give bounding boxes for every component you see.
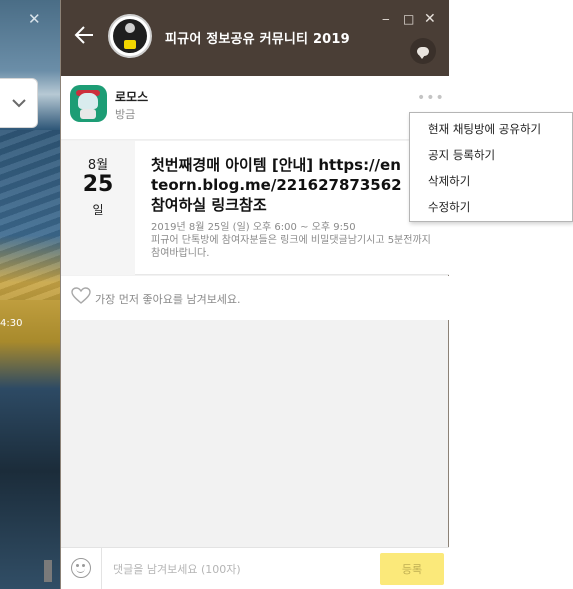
comment-bar: 등록	[61, 547, 449, 589]
heart-icon[interactable]	[71, 287, 91, 305]
minimize-button[interactable]: ‒	[382, 12, 390, 26]
background-dropdown-button[interactable]	[0, 78, 38, 128]
event-title: 첫번째경매 아이템 [안내] https://enteorn.blog.me/2…	[151, 156, 402, 214]
comment-input[interactable]	[113, 560, 373, 578]
comment-divider	[101, 548, 102, 589]
post-time: 방금	[115, 108, 136, 121]
like-prompt: 가장 먼저 좋아요를 남겨보세요.	[95, 293, 241, 306]
background-window: ✕ 4:30	[0, 0, 60, 589]
emoji-icon[interactable]	[71, 558, 91, 578]
event-month: 8월	[87, 158, 109, 173]
avatar[interactable]	[70, 85, 107, 122]
event-card: 8월 25 일 첫번째경매 아이템 [안내] https://enteorn.b…	[61, 141, 449, 275]
menu-item-share[interactable]: 현재 채팅방에 공유하기	[410, 116, 572, 142]
background-image	[0, 130, 60, 300]
maximize-button[interactable]: □	[403, 12, 414, 26]
background-close-icon[interactable]: ✕	[28, 10, 41, 28]
menu-item-notice[interactable]: 공지 등록하기	[410, 142, 572, 168]
menu-item-edit[interactable]: 수정하기	[410, 194, 572, 220]
post-window: 피규어 정보공유 커뮤니티 2019 ‒ □ ✕ 로모스 방금 ••• 8월 2…	[60, 0, 449, 589]
context-menu: 현재 채팅방에 공유하기 공지 등록하기 삭제하기 수정하기	[409, 112, 573, 222]
event-date: 8월 25 일	[61, 141, 135, 275]
event-weekday: 일	[92, 203, 104, 217]
submit-button[interactable]: 등록	[380, 553, 444, 585]
chat-button[interactable]	[410, 38, 436, 64]
titlebar: 피규어 정보공유 커뮤니티 2019 ‒ □ ✕	[61, 0, 449, 76]
more-options-icon[interactable]: •••	[417, 90, 445, 106]
event-day: 25	[82, 172, 114, 197]
like-row[interactable]: 가장 먼저 좋아요를 남겨보세요.	[61, 276, 449, 320]
event-description: 피규어 단톡방에 참여자분들은 링크에 비밀댓글남기시고 5분전까지 참여바랍니…	[151, 235, 431, 259]
menu-item-delete[interactable]: 삭제하기	[410, 168, 572, 194]
event-datetime: 2019년 8월 25일 (일) 오후 6:00 ~ 오후 9:50	[151, 222, 356, 233]
chat-bubble-icon	[417, 46, 429, 59]
post-author-row: 로모스 방금 •••	[61, 76, 449, 140]
community-logo	[108, 14, 152, 58]
close-button[interactable]: ✕	[424, 12, 436, 26]
background-timestamp: 4:30	[0, 318, 23, 329]
author-name[interactable]: 로모스	[115, 88, 148, 105]
background-scroll-handle[interactable]	[44, 560, 52, 582]
chevron-down-icon	[11, 99, 26, 108]
window-title: 피규어 정보공유 커뮤니티 2019	[165, 32, 350, 47]
back-arrow-icon[interactable]	[74, 25, 96, 49]
